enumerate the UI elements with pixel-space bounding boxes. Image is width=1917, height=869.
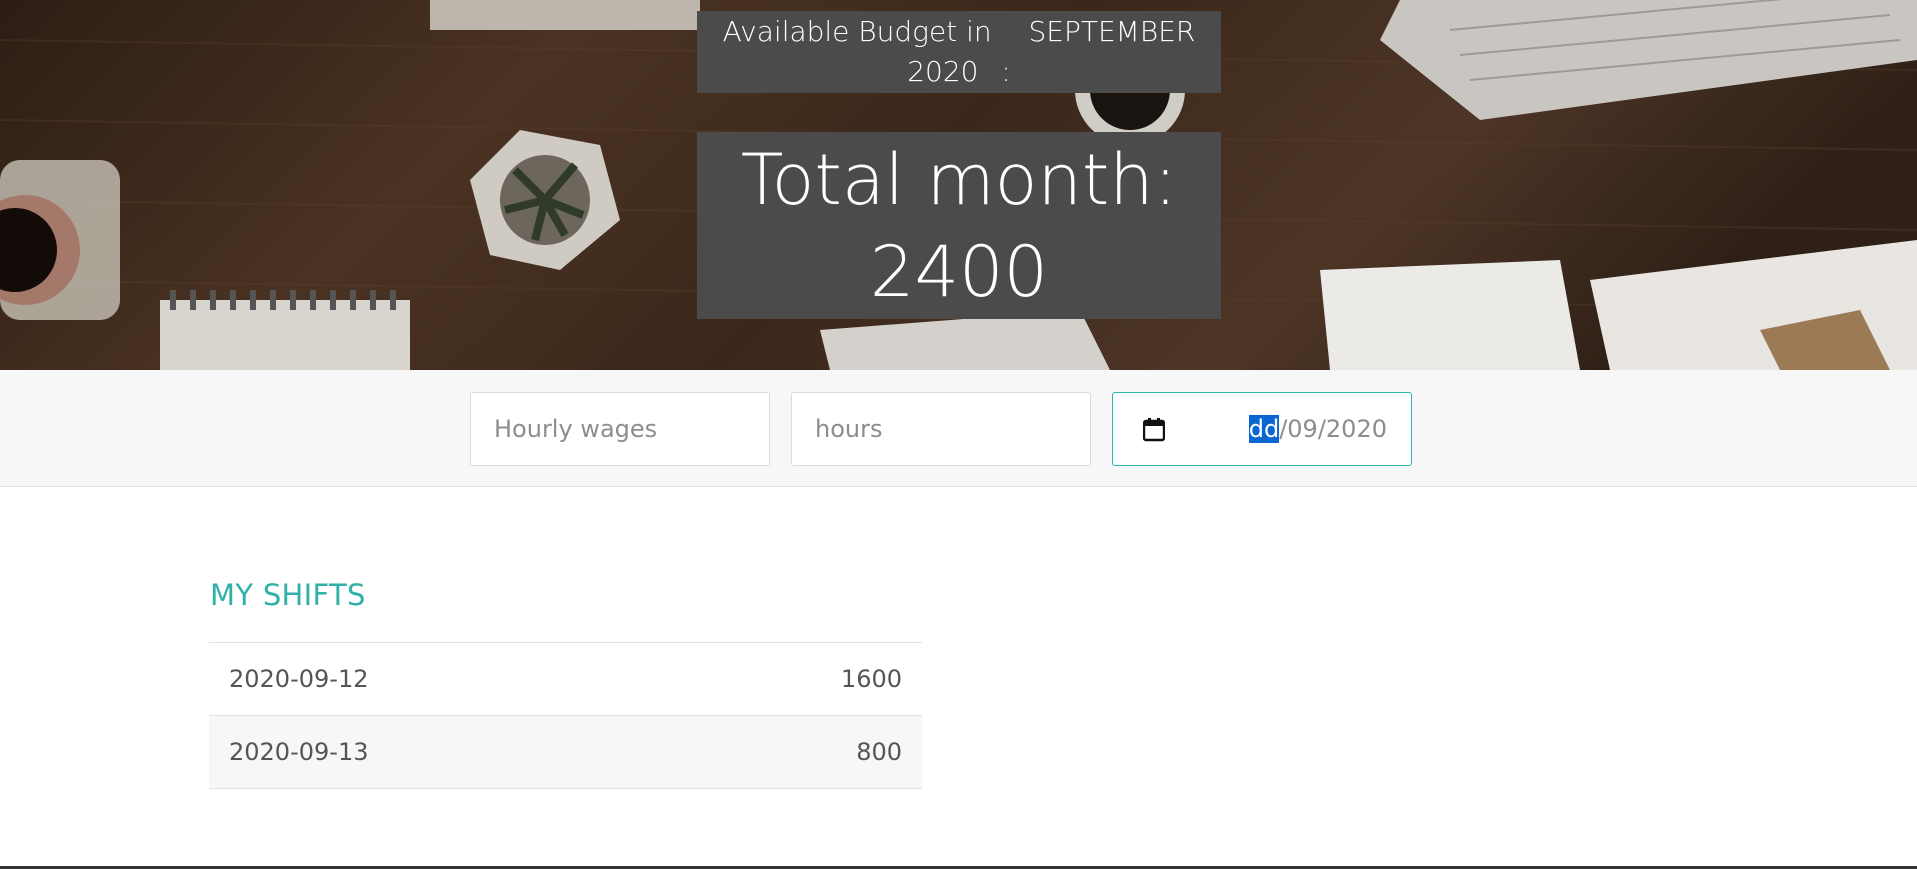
total-month-label: Total month: — [740, 139, 1178, 221]
hero-banner: Available Budget in SEPTEMBER 2020 : Tot… — [0, 0, 1917, 370]
budget-colon: : — [1001, 55, 1011, 88]
budget-label: Available Budget in — [722, 15, 992, 48]
table-row: 2020-09-12 1600 — [209, 643, 922, 716]
table-row: 2020-09-13 800 — [209, 716, 922, 789]
hourly-wages-placeholder: Hourly wages — [494, 415, 658, 443]
shift-date: 2020-09-12 — [229, 665, 369, 693]
date-day-segment[interactable]: dd — [1248, 415, 1280, 443]
shift-amount: 800 — [856, 738, 902, 766]
date-month-year[interactable]: /09/2020 — [1279, 415, 1387, 443]
calendar-icon[interactable] — [1143, 418, 1165, 442]
budget-year: 2020 — [907, 55, 979, 88]
budget-title: Available Budget in SEPTEMBER 2020 : — [697, 11, 1221, 93]
hours-placeholder: hours — [815, 415, 883, 443]
shift-amount: 1600 — [840, 665, 902, 693]
date-value[interactable]: dd/09/2020 — [1248, 393, 1387, 465]
budget-month: SEPTEMBER — [1028, 15, 1196, 48]
shift-entry-form: Hourly wages hours dd/09/2020 — [0, 370, 1917, 487]
shift-date: 2020-09-13 — [229, 738, 369, 766]
hourly-wages-input[interactable]: Hourly wages — [470, 392, 770, 466]
shifts-table: 2020-09-12 1600 2020-09-13 800 — [209, 642, 922, 789]
date-input[interactable]: dd/09/2020 — [1112, 392, 1412, 466]
hours-input[interactable]: hours — [791, 392, 1091, 466]
total-month-panel: Total month: 2400 — [697, 132, 1221, 319]
my-shifts-heading: MY SHIFTS — [210, 578, 366, 612]
total-month-value: 2400 — [869, 231, 1049, 313]
